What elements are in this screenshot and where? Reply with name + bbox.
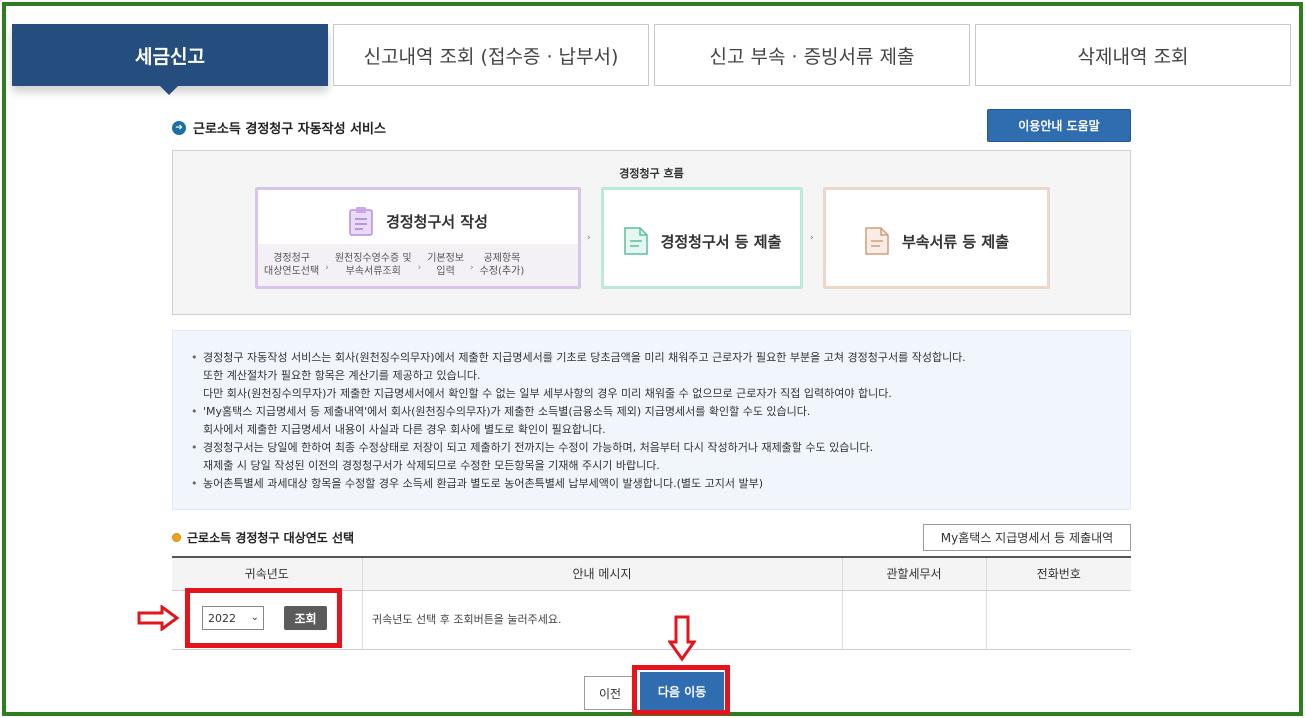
highlight-box-next — [632, 665, 730, 715]
substep-receipt-query: 원천징수영수증 및 부속서류조회 — [334, 253, 412, 277]
year-section-title: 근로소득 경정청구 대상연도 선택 — [172, 529, 354, 546]
tab-bar: 세금신고 신고내역 조회 (접수증 · 납부서) 신고 부속 · 증빙서류 제출… — [12, 24, 1292, 86]
help-guide-button[interactable]: 이용안내 도움말 — [987, 109, 1131, 142]
highlight-box-year — [185, 588, 342, 648]
substep-separator-icon: › — [417, 263, 422, 273]
flow-step-write: 경정청구서 작성 경정청구 대상연도선택 › 원천징수영수증 및 부속서류조회 › … — [255, 187, 581, 289]
col-header-message: 안내 메시지 — [361, 556, 842, 591]
substep-deduction-edit: 공제항목 수정(추가) — [479, 253, 525, 277]
prev-button[interactable]: 이전 — [584, 676, 636, 710]
cell-phone — [985, 590, 1131, 650]
tab-report-history[interactable]: 신고내역 조회 (접수증 · 납부서) — [333, 24, 649, 86]
flow-arrow-icon: › — [587, 233, 591, 243]
notice-line: 재제출 시 당일 작성된 이전의 경정청구서가 삭제되므로 수정한 모든항목을 … — [203, 459, 660, 472]
col-header-tax-office: 관할세무서 — [841, 556, 986, 591]
flow-step-write-label: 경정청구서 작성 — [386, 212, 488, 231]
clipboard-icon — [348, 206, 374, 236]
notice-line: 농어촌특별세 과세대상 항목을 수정할 경우 소득세 환급과 별도로 농어촌특별… — [191, 475, 966, 493]
col-header-year: 귀속년도 — [172, 556, 362, 591]
down-arrow-icon — [667, 614, 697, 666]
flow-arrow-icon: › — [810, 233, 814, 243]
arrow-circle-icon: ➜ — [172, 120, 186, 135]
right-arrow-icon — [136, 604, 180, 635]
substep-separator-icon: › — [470, 263, 474, 273]
substep-year-select: 경정청구 대상연도선택 — [264, 253, 320, 277]
tab-attachment-submit[interactable]: 신고 부속 · 증빙서류 제출 — [654, 24, 970, 86]
notice-line: 경정청구 자동작성 서비스는 회사(원천징수의무자)에서 제출한 지급명세서를 … — [191, 349, 966, 367]
notice-box: 경정청구 자동작성 서비스는 회사(원천징수의무자)에서 제출한 지급명세서를 … — [172, 330, 1131, 510]
notice-line: 회사에서 제출한 지급명세서 내용이 사실과 다른 경우 회사에 별도로 확인이… — [203, 423, 606, 436]
col-header-phone: 전화번호 — [985, 556, 1131, 591]
myhometax-statement-button[interactable]: My홈택스 지급명세서 등 제출내역 — [923, 524, 1131, 551]
notice-line: 경정청구서는 당일에 한하여 최종 수정상태로 저장이 되고 제출하기 전까지는… — [191, 439, 966, 457]
cell-tax-office — [841, 590, 986, 650]
flow-step-attachments-label: 부속서류 등 제출 — [901, 232, 1010, 251]
flow-substeps: 경정청구 대상연도선택 › 원천징수영수증 및 부속서류조회 › 기본정보 입력 › … — [258, 244, 578, 286]
flow-panel: 경정청구 흐름 경정청구서 작성 경정청구 대상연도선택 › 원천징수영수증 및부… — [172, 150, 1131, 315]
active-tab-pointer — [160, 86, 178, 95]
substep-basic-info: 기본정보 입력 — [427, 253, 465, 277]
table-header-row: 귀속년도 안내 메시지 관할세무서 전화번호 — [172, 556, 1131, 591]
notice-line: 다만 회사(원천징수의무자)가 제출한 지급명세서에서 확인할 수 없는 일부 … — [203, 387, 892, 400]
bullet-dot-icon — [172, 533, 181, 542]
guide-message: 귀속년도 선택 후 조회버튼을 눌러주세요. — [372, 613, 562, 626]
tab-deleted-history[interactable]: 삭제내역 조회 — [975, 24, 1291, 86]
year-section-title-text: 근로소득 경정청구 대상연도 선택 — [187, 531, 355, 545]
document-icon — [623, 226, 649, 256]
section-title-text: 근로소득 경정청구 자동작성 서비스 — [193, 122, 386, 137]
flow-title: 경정청구 흐름 — [619, 167, 684, 180]
document-icon — [864, 226, 890, 256]
flow-step-attachments: 부속서류 등 제출 — [823, 187, 1050, 289]
flow-step-submit: 경정청구서 등 제출 — [601, 187, 803, 289]
notice-list: 경정청구 자동작성 서비스는 회사(원천징수의무자)에서 제출한 지급명세서를 … — [191, 349, 966, 493]
substep-separator-icon: › — [325, 263, 329, 273]
section-title: ➜ 근로소득 경정청구 자동작성 서비스 — [172, 118, 386, 137]
tab-tax-report[interactable]: 세금신고 — [12, 24, 328, 86]
notice-line: 또한 계산절차가 필요한 항목은 계산기를 제공하고 있습니다. — [203, 369, 481, 382]
notice-line: 'My홈택스 지급명세서 등 제출내역'에서 회사(원천징수의무자)가 제출한 … — [191, 403, 966, 421]
flow-step-submit-label: 경정청구서 등 제출 — [660, 232, 782, 251]
